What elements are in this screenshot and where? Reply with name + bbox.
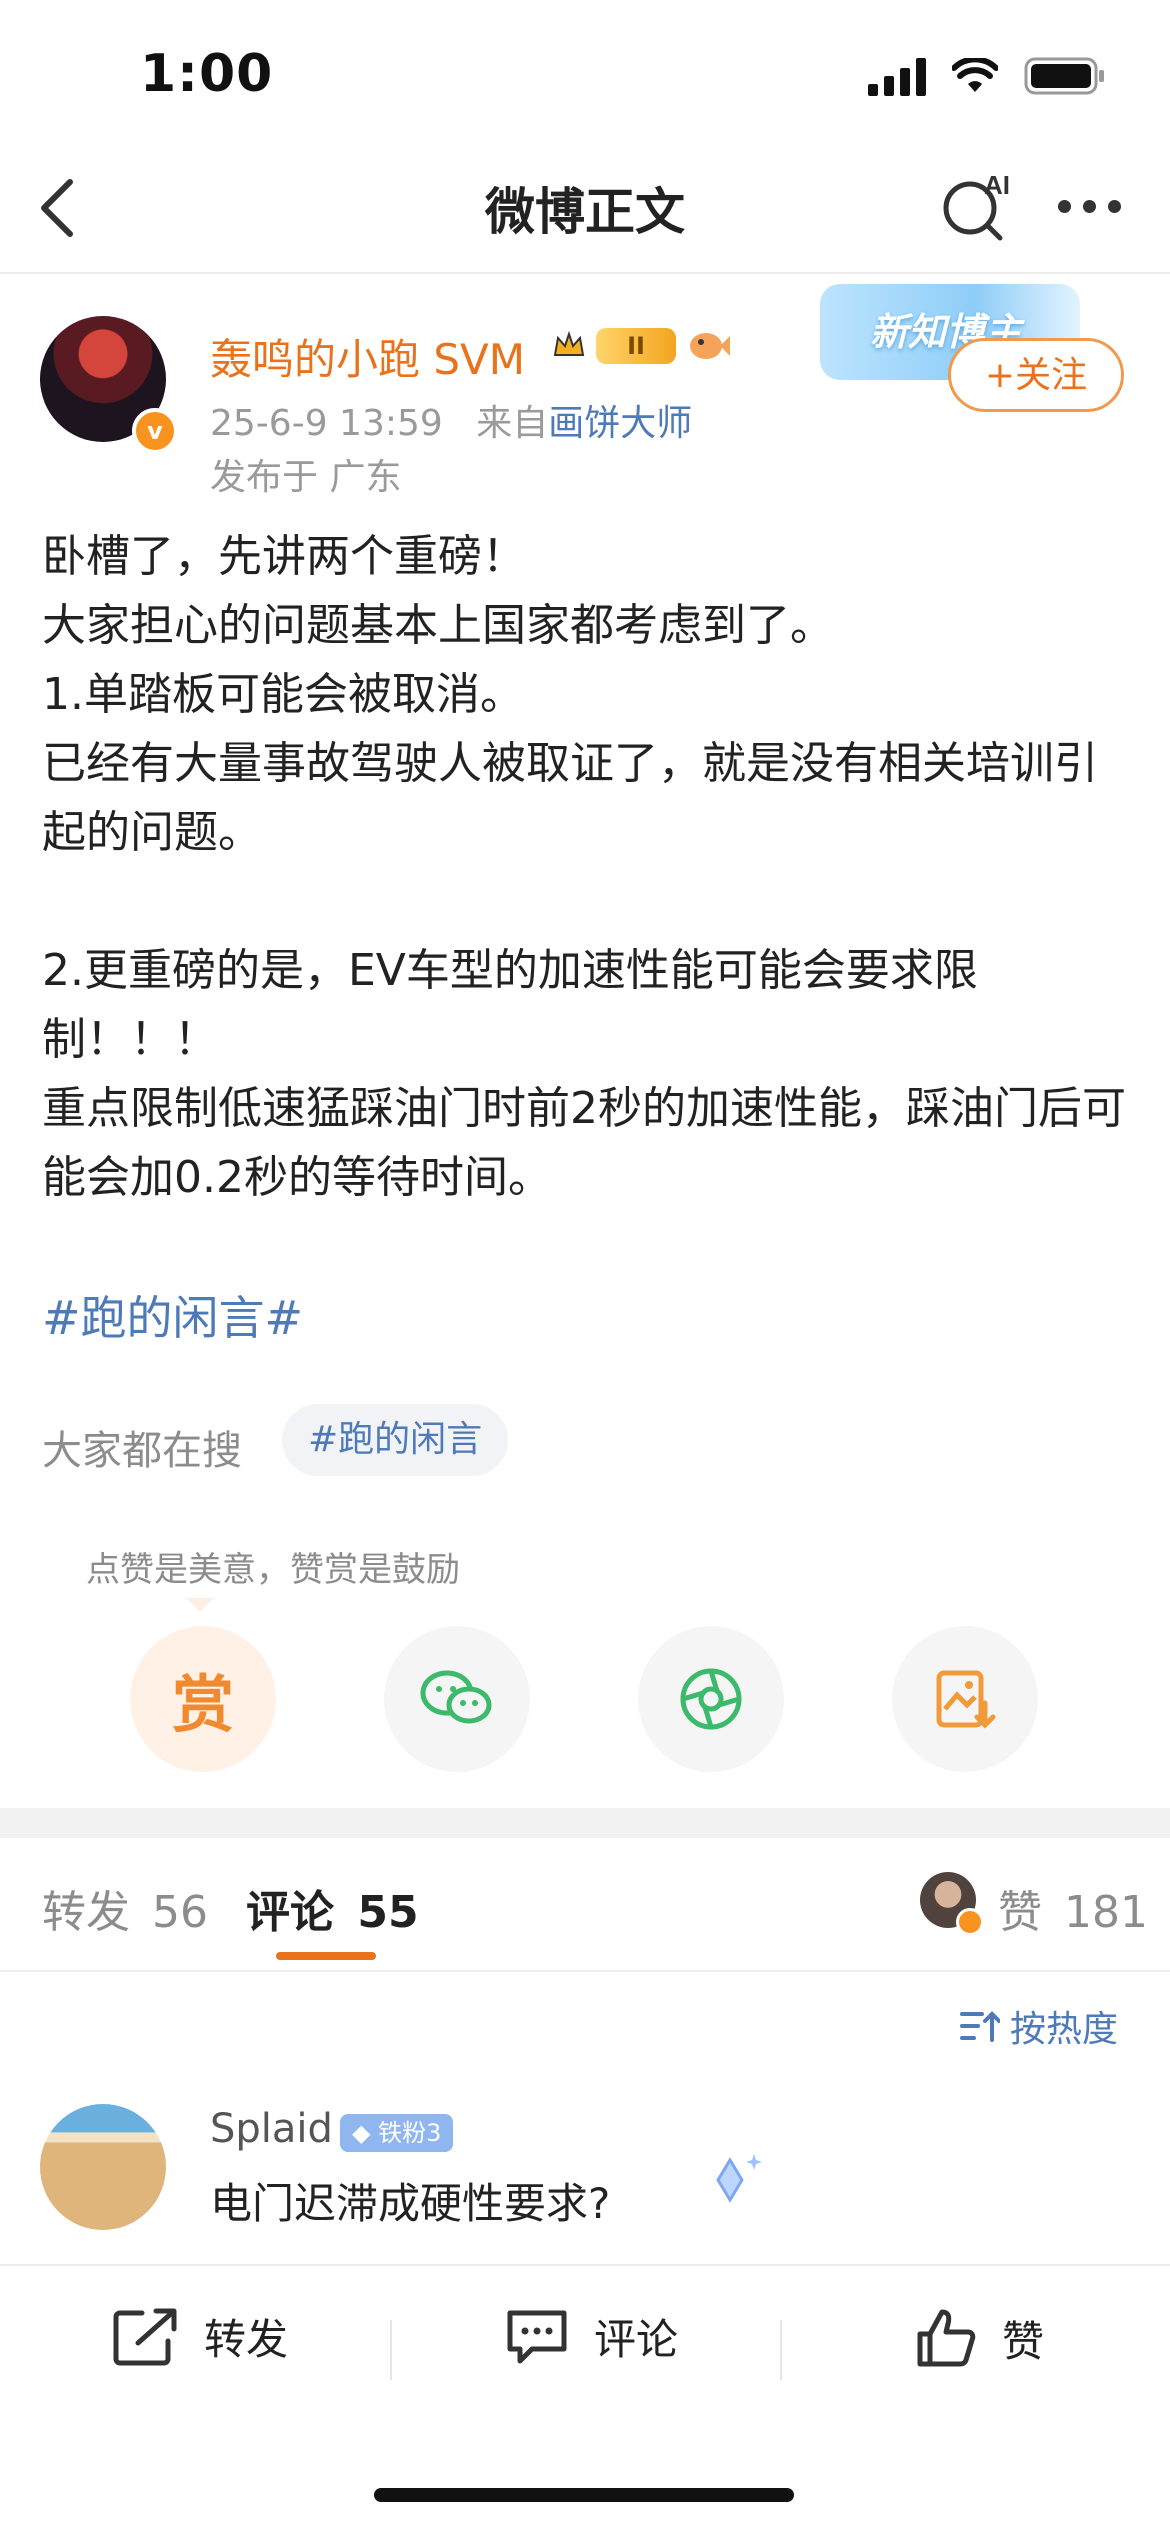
action-separator bbox=[780, 2320, 782, 2380]
verified-badge-icon: v bbox=[132, 408, 178, 454]
tab-count: 56 bbox=[152, 1887, 208, 1938]
reward-button[interactable]: 赏 bbox=[130, 1626, 276, 1772]
post-meta: 25-6-9 13:59 来自画饼大师 bbox=[210, 394, 692, 446]
tab-count: 181 bbox=[1064, 1887, 1148, 1938]
thumbs-up-icon bbox=[917, 2309, 976, 2367]
section-gap bbox=[0, 1808, 1170, 1838]
ai-label: AI bbox=[984, 170, 1010, 200]
sort-label: 按热度 bbox=[1010, 2009, 1119, 2050]
follow-button[interactable]: +关注 bbox=[948, 338, 1124, 412]
post-paragraph: 2.更重磅的是，EV车型的加速性能可能会要求限制！！！ bbox=[42, 945, 978, 1065]
active-tab-indicator bbox=[276, 1952, 376, 1960]
trending-search-chip[interactable]: #跑的闲言 bbox=[282, 1404, 509, 1476]
tab-label: 赞 bbox=[998, 1887, 1042, 1938]
action-separator bbox=[390, 2320, 392, 2380]
fan-badge-label: 铁粉3 bbox=[378, 2119, 442, 2147]
wifi-icon bbox=[952, 58, 998, 92]
post-time: 25-6-9 13:59 bbox=[210, 403, 443, 444]
verified-badge-icon bbox=[956, 1908, 984, 1936]
ai-search-icon[interactable]: AI bbox=[940, 164, 1020, 244]
comment-label: 评论 bbox=[594, 2315, 679, 2364]
sort-icon bbox=[960, 2011, 1000, 2042]
status-time: 1:00 bbox=[140, 44, 274, 104]
comment-button[interactable]: 评论 bbox=[504, 2306, 678, 2367]
nav-divider bbox=[0, 272, 1170, 274]
author-name[interactable]: 轰鸣的小跑 SVM bbox=[210, 326, 525, 387]
wechat-icon bbox=[420, 1670, 492, 1724]
moments-icon bbox=[680, 1668, 742, 1730]
list-divider bbox=[0, 1970, 1170, 1972]
tip-pointer bbox=[186, 1598, 214, 1612]
author-badges: II bbox=[552, 328, 730, 364]
level-badge: II bbox=[596, 328, 676, 364]
sparkle-icon bbox=[716, 2154, 762, 2203]
repost-label: 转发 bbox=[204, 2315, 289, 2364]
post-paragraph: 卧槽了，先讲两个重磅！ bbox=[42, 531, 526, 582]
post-paragraph-blank bbox=[42, 867, 1132, 936]
post-paragraph: 已经有大量事故驾驶人被取证了，就是没有相关培训引起的问题。 bbox=[42, 738, 1098, 858]
status-icons bbox=[868, 56, 1106, 96]
cellular-signal-icon bbox=[868, 56, 926, 96]
post-hashtag-link[interactable]: #跑的闲言# bbox=[42, 1282, 303, 1348]
post-paragraph: 大家担心的问题基本上国家都考虑到了。 bbox=[42, 600, 834, 651]
save-image-icon bbox=[936, 1670, 996, 1729]
battery-icon bbox=[1024, 57, 1104, 95]
post-location: 发布于 广东 bbox=[210, 457, 402, 498]
crown-icon bbox=[553, 330, 585, 356]
share-wechat-button[interactable] bbox=[384, 1626, 530, 1772]
post-paragraph: 1.单踏板可能会被取消。 bbox=[42, 669, 524, 720]
post-body: 卧槽了，先讲两个重磅！ 大家担心的问题基本上国家都考虑到了。 1.单踏板可能会被… bbox=[42, 522, 1132, 1212]
fan-badge: ◆ 铁粉3 bbox=[340, 2114, 454, 2152]
post-paragraph: 重点限制低速猛踩油门时前2秒的加速性能，踩油门后可能会加0.2秒的等待时间。 bbox=[42, 1083, 1126, 1203]
fish-icon bbox=[690, 333, 730, 359]
tab-label: 评论 bbox=[246, 1887, 334, 1938]
more-icon[interactable] bbox=[1058, 200, 1121, 213]
comment-icon bbox=[507, 2310, 567, 2363]
comment-username[interactable]: Splaid bbox=[210, 2106, 333, 2152]
reward-label: 赏 bbox=[171, 1668, 234, 1741]
tab-label: 转发 bbox=[42, 1887, 130, 1938]
tab-comments[interactable]: 评论 55 bbox=[246, 1876, 419, 1940]
like-button[interactable]: 赞 bbox=[914, 2306, 1044, 2370]
sort-by-hot-button[interactable]: 按热度 bbox=[960, 2000, 1118, 2052]
comment-avatar[interactable] bbox=[40, 2104, 166, 2230]
tab-likes[interactable]: 赞 181 bbox=[998, 1876, 1148, 1940]
tab-reposts[interactable]: 转发 56 bbox=[42, 1876, 208, 1940]
save-image-button[interactable] bbox=[892, 1626, 1038, 1772]
share-moments-button[interactable] bbox=[638, 1626, 784, 1772]
home-indicator[interactable] bbox=[374, 2488, 794, 2502]
repost-icon bbox=[113, 2308, 177, 2365]
tab-count: 55 bbox=[357, 1887, 419, 1938]
comment-text: 电门迟滞成硬性要求? bbox=[210, 2179, 611, 2228]
repost-button[interactable]: 转发 bbox=[112, 2306, 288, 2367]
trending-search-label: 大家都在搜 bbox=[42, 1428, 242, 1474]
source-prefix: 来自 bbox=[476, 403, 549, 444]
like-label: 赞 bbox=[1002, 2316, 1045, 2366]
reward-tip: 点赞是美意，赞赏是鼓励 bbox=[86, 1550, 460, 1590]
post-source-link[interactable]: 画饼大师 bbox=[548, 403, 692, 444]
